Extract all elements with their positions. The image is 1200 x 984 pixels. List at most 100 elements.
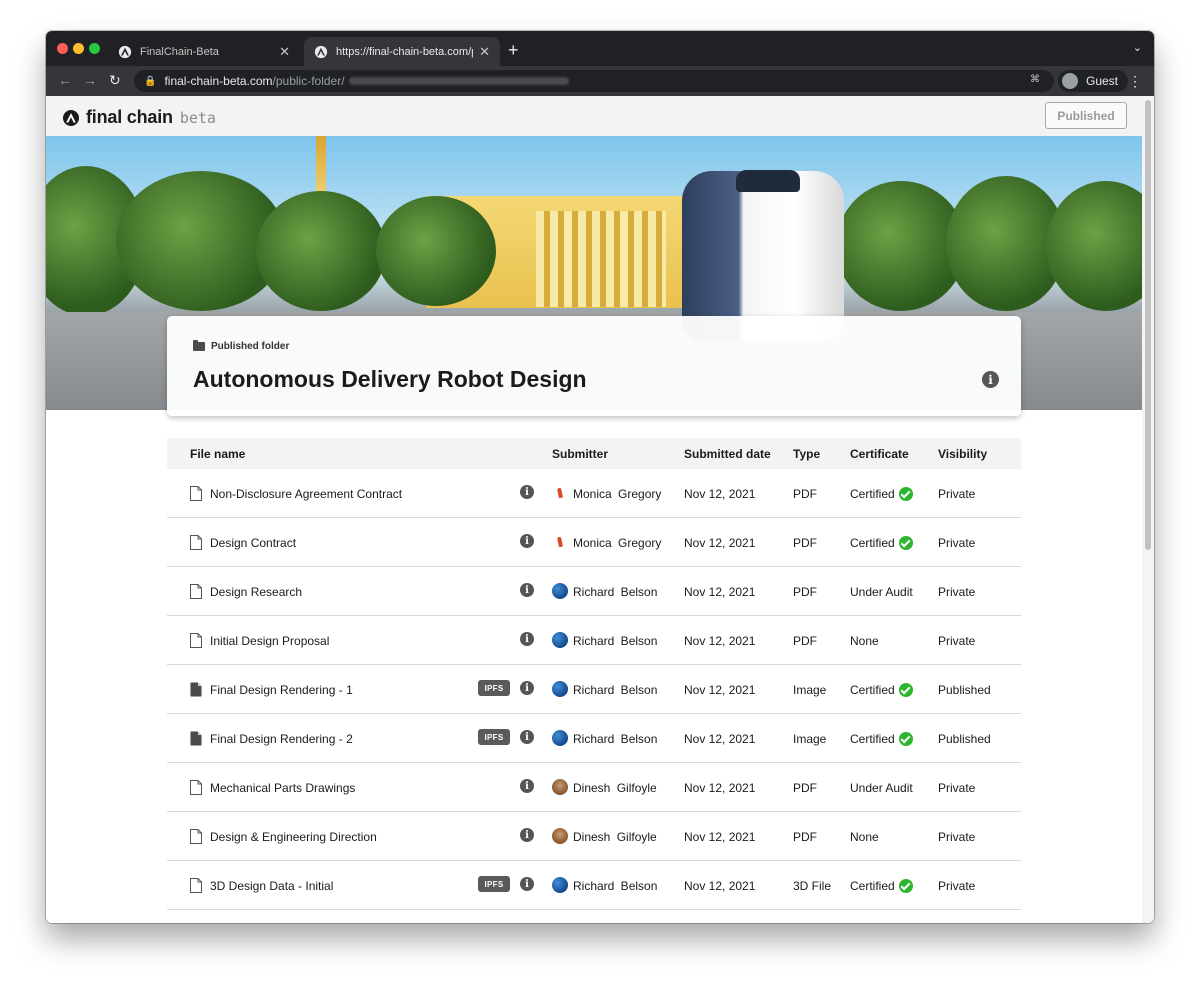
file-name[interactable]: 3D Design Data - Initial [210, 879, 333, 893]
file-info-button[interactable]: i [520, 583, 534, 597]
url-path: /public-folder/ [272, 74, 345, 88]
tab-finalchain-beta[interactable]: FinalChain-Beta ✕ [108, 37, 300, 66]
folder-info-button[interactable]: i [982, 371, 999, 388]
address-bar[interactable]: 🔒 final-chain-beta.com /public-folder/ [134, 70, 1054, 92]
close-window-button[interactable] [57, 43, 68, 54]
close-tab-icon[interactable]: ✕ [279, 44, 290, 60]
table-row[interactable]: Final Design Rendering - 1 IPFS i Richard B… [167, 665, 1021, 714]
avatar [552, 485, 568, 501]
info-icon: i [520, 632, 534, 646]
table-row[interactable]: Final Design Rendering - 2 IPFS i Richard B… [167, 714, 1021, 763]
back-arrow-icon[interactable]: ← [58, 72, 72, 88]
table-row[interactable]: Design Contract i Monica Gregory Nov 12, 20… [167, 518, 1021, 567]
document-icon [190, 878, 202, 893]
tab-search-chevron-icon[interactable]: ⌄ [1133, 41, 1142, 54]
file-name[interactable]: Mechanical Parts Drawings [210, 781, 355, 795]
ipfs-badge[interactable]: IPFS [478, 729, 510, 745]
file-info-button[interactable]: i [520, 730, 534, 744]
file-type: PDF [793, 585, 817, 599]
table-row[interactable]: Initial Design Proposal i Richard Belson No… [167, 616, 1021, 665]
cover-tree [1046, 181, 1142, 311]
file-info-button[interactable]: i [520, 877, 534, 891]
browser-menu-icon[interactable]: ⋮ [1128, 73, 1142, 90]
brand-beta-tag: beta [179, 108, 216, 127]
header-file-name[interactable]: File name [190, 447, 245, 461]
file-name[interactable]: Final Design Rendering - 1 [210, 683, 353, 697]
folder-icon [193, 340, 205, 351]
avatar [552, 828, 568, 844]
header-type[interactable]: Type [793, 447, 820, 461]
visibility-status: Private [938, 830, 976, 844]
submitted-date: Nov 12, 2021 [684, 683, 756, 697]
scrollbar-thumb[interactable] [1145, 100, 1151, 550]
visibility-status: Private [938, 487, 976, 501]
submitted-date: Nov 12, 2021 [684, 585, 756, 599]
profile-button[interactable]: Guest [1058, 70, 1129, 92]
submitter-name: Monica Gregory [573, 487, 662, 501]
table-row[interactable]: 3D Design Data - Initial IPFS i Richard Bel… [167, 861, 1021, 910]
document-icon [190, 486, 202, 501]
file-info-button[interactable]: i [520, 828, 534, 842]
image-file-icon [190, 682, 202, 697]
file-name[interactable]: Design Research [210, 585, 302, 599]
file-info-button[interactable]: i [520, 632, 534, 646]
published-button[interactable]: Published [1045, 102, 1127, 129]
visibility-status: Private [938, 536, 976, 550]
file-info-button[interactable]: i [520, 681, 534, 695]
file-name[interactable]: Non-Disclosure Agreement Contract [210, 487, 402, 501]
brand-logo[interactable]: final chain beta [63, 107, 216, 128]
file-type: PDF [793, 781, 817, 795]
tab-title: FinalChain-Beta [140, 45, 219, 58]
table-row[interactable]: Non-Disclosure Agreement Contract i Monica… [167, 469, 1021, 518]
translate-icon[interactable]: ⌘ [1030, 74, 1040, 85]
file-name[interactable]: Design Contract [210, 536, 296, 550]
file-name[interactable]: Design & Engineering Direction [210, 830, 377, 844]
file-name[interactable]: Final Design Rendering - 2 [210, 732, 353, 746]
submitter-name: Dinesh Gilfoyle [573, 781, 657, 795]
certified-check-icon [898, 732, 913, 746]
folder-kicker: Published folder [193, 340, 289, 352]
file-info-button[interactable]: i [520, 534, 534, 548]
file-info-button[interactable]: i [520, 779, 534, 793]
forward-arrow-icon[interactable]: → [83, 72, 97, 88]
zoom-window-button[interactable] [89, 43, 100, 54]
document-icon [190, 584, 202, 599]
header-submitter[interactable]: Submitter [552, 447, 608, 461]
new-tab-icon[interactable]: + [508, 40, 519, 61]
document-icon [190, 535, 202, 550]
submitter-name: Richard Belson [573, 732, 658, 746]
reload-icon[interactable]: ↻ [109, 72, 121, 89]
ipfs-badge[interactable]: IPFS [478, 876, 510, 892]
header-submitted-date[interactable]: Submitted date [684, 447, 771, 461]
certificate-label: Under Audit [850, 781, 913, 795]
submitter-name: Dinesh Gilfoyle [573, 830, 657, 844]
info-icon: i [520, 681, 534, 695]
submitter-name: Richard Belson [573, 683, 658, 697]
certified-check-icon [898, 683, 913, 697]
submitted-date: Nov 12, 2021 [684, 830, 756, 844]
document-icon [190, 633, 202, 648]
close-tab-icon[interactable]: ✕ [479, 44, 490, 60]
tab-public-folder[interactable]: https://final-chain-beta.com/pu ✕ [304, 37, 500, 66]
cover-tree [376, 196, 496, 306]
certified-check-icon [898, 536, 913, 550]
submitter-name: Richard Belson [573, 585, 658, 599]
header-visibility[interactable]: Visibility [938, 447, 987, 461]
submitted-date: Nov 12, 2021 [684, 781, 756, 795]
certificate-label: Certified [850, 487, 895, 501]
browser-toolbar: ← → ↻ 🔒 final-chain-beta.com /public-fol… [46, 66, 1154, 96]
table-row[interactable]: Design & Engineering Direction i Dinesh Gi… [167, 812, 1021, 861]
ipfs-badge[interactable]: IPFS [478, 680, 510, 696]
file-info-button[interactable]: i [520, 485, 534, 499]
info-icon: i [520, 583, 534, 597]
minimize-window-button[interactable] [73, 43, 84, 54]
profile-label: Guest [1086, 74, 1119, 88]
table-row[interactable]: Design Research i Richard Belson Nov 12, 20… [167, 567, 1021, 616]
header-certificate[interactable]: Certificate [850, 447, 909, 461]
certificate-status: Certified [850, 732, 913, 746]
file-name[interactable]: Initial Design Proposal [210, 634, 329, 648]
info-icon: i [982, 371, 999, 388]
page-scrollbar[interactable] [1142, 96, 1154, 923]
document-icon [190, 780, 202, 795]
table-row[interactable]: Mechanical Parts Drawings i Dinesh Gilfoyl… [167, 763, 1021, 812]
